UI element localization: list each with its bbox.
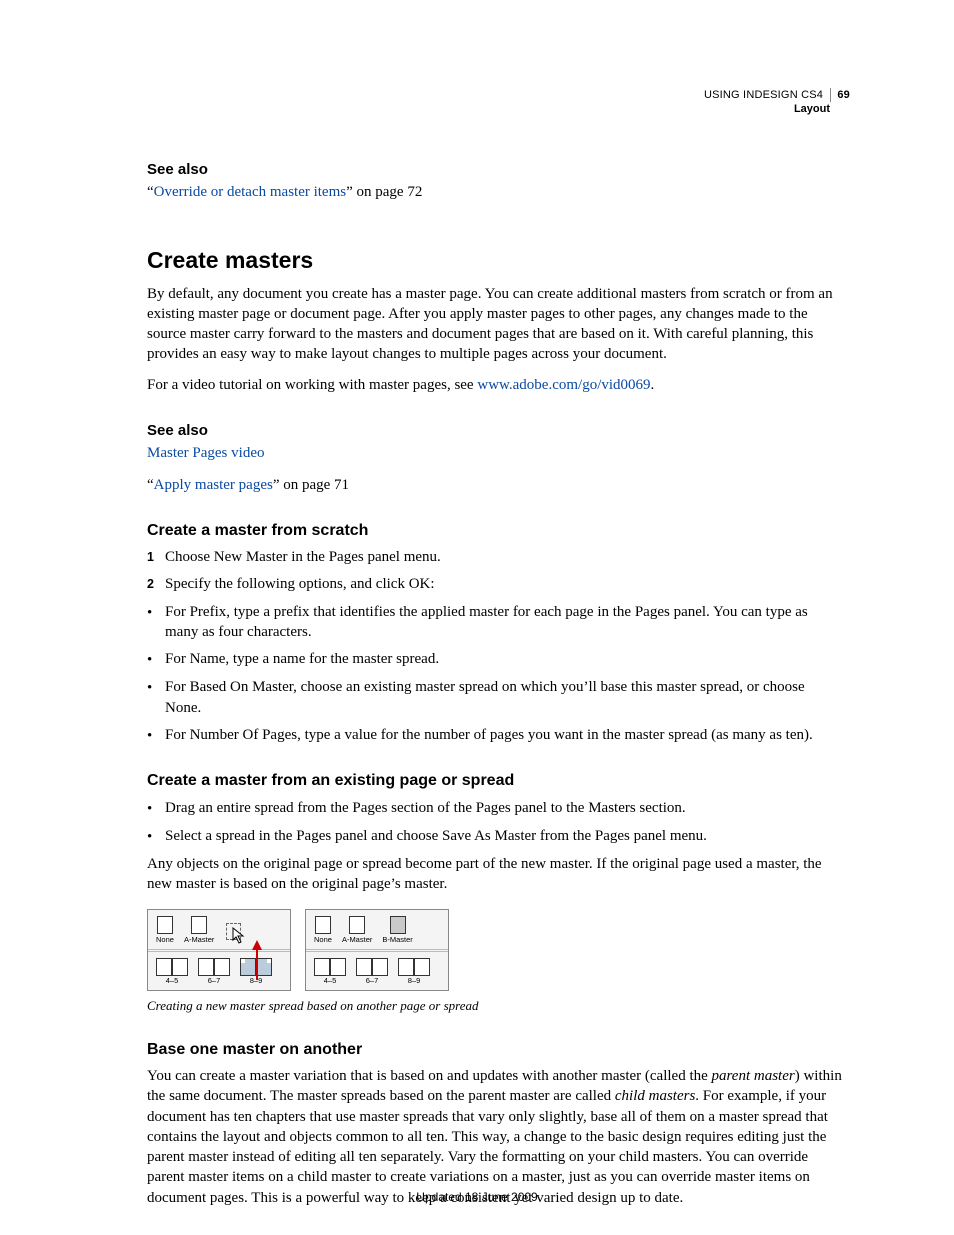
intro-paragraph-1: By default, any document you create has … [147,284,844,365]
drag-arrow-icon [250,940,264,982]
opt-based-on: For Based On Master, choose an existing … [165,677,844,718]
step-1: Choose New Master in the Pages panel men… [165,547,441,567]
opt-prefix: For Prefix, type a prefix that identifie… [165,602,844,643]
see-also-apply: “Apply master pages” on page 71 [147,475,844,495]
page-number: 69 [830,88,850,102]
existing-list: •Drag an entire spread from the Pages se… [147,798,844,848]
doc-title: USING INDESIGN CS4 [704,89,823,101]
heading-from-existing: Create a master from an existing page or… [147,770,844,792]
pages-panel-before: None A-Master 4–5 6–7 8–9 [147,909,291,991]
intro-paragraph-2: For a video tutorial on working with mas… [147,375,844,395]
footer-updated: Updated 18 June 2009 [0,1189,954,1205]
drag-cursor-icon [232,927,250,945]
link-apply-master-pages[interactable]: Apply master pages [154,477,273,493]
heading-create-masters: Create masters [147,245,844,276]
options-list: •For Prefix, type a prefix that identifi… [147,602,844,747]
steps-list: 1Choose New Master in the Pages panel me… [147,547,844,595]
see-also-line: “Override or detach master items” on pag… [147,182,844,202]
figure-caption: Creating a new master spread based on an… [147,997,844,1015]
figure-panels: None A-Master 4–5 6–7 8–9 [147,909,844,1015]
step-2: Specify the following options, and click… [165,574,435,594]
see-also-heading-2: See also [147,421,844,441]
existing-b1: Drag an entire spread from the Pages sec… [165,798,686,819]
pages-panel-after: None A-Master B-Master 4–5 6–7 8–9 [305,909,449,991]
link-override-detach[interactable]: Override or detach master items [154,184,346,200]
opt-num-pages: For Number Of Pages, type a value for th… [165,725,813,746]
link-video-url[interactable]: www.adobe.com/go/vid0069 [477,377,650,393]
link-master-pages-video[interactable]: Master Pages video [147,445,264,461]
page-content: See also “Override or detach master item… [147,160,844,1208]
see-also-heading: See also [147,160,844,180]
existing-b2: Select a spread in the Pages panel and c… [165,826,707,847]
running-header: USING INDESIGN CS4 69 Layout [704,88,850,117]
section-name: Layout [704,102,850,116]
base-paragraph: You can create a master variation that i… [147,1066,844,1208]
opt-name: For Name, type a name for the master spr… [165,649,439,670]
heading-base-on-another: Base one master on another [147,1039,844,1061]
heading-from-scratch: Create a master from scratch [147,520,844,542]
existing-paragraph: Any objects on the original page or spre… [147,854,844,895]
